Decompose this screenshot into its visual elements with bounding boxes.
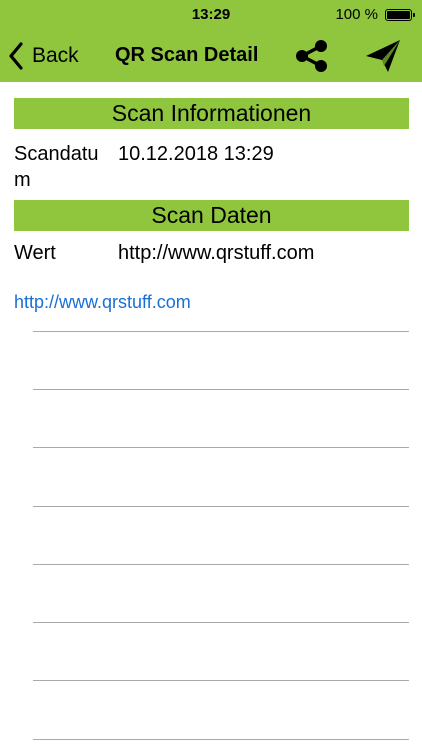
divider-line <box>33 331 409 332</box>
status-bar: 13:29 100 % <box>0 0 422 30</box>
battery-percentage: 100 % <box>335 6 378 23</box>
divider-line <box>33 389 409 390</box>
send-button[interactable] <box>364 38 402 74</box>
back-label: Back <box>32 44 79 67</box>
battery-icon <box>385 9 415 21</box>
navigation-bar: Back QR Scan Detail <box>0 30 422 82</box>
paper-plane-icon <box>366 40 400 72</box>
share-button[interactable] <box>293 38 331 74</box>
divider-line <box>33 447 409 448</box>
scan-date-label-line1: Scandatu <box>14 143 99 165</box>
chevron-left-icon <box>9 42 23 70</box>
scan-date-label-line2: m <box>14 169 31 191</box>
scan-info-header: Scan Informationen <box>14 98 409 129</box>
share-icon <box>296 40 327 72</box>
divider-line <box>33 622 409 623</box>
scan-value: http://www.qrstuff.com <box>118 242 315 264</box>
divider-line <box>33 739 409 740</box>
value-label: Wert <box>14 242 56 264</box>
divider-line <box>33 564 409 565</box>
page-title: QR Scan Detail <box>115 44 259 66</box>
back-button[interactable]: Back <box>8 42 79 70</box>
scan-date-value: 10.12.2018 13:29 <box>118 143 274 165</box>
scan-link[interactable]: http://www.qrstuff.com <box>14 292 191 313</box>
scan-data-header: Scan Daten <box>14 200 409 231</box>
divider-line <box>33 506 409 507</box>
divider-line <box>33 680 409 681</box>
